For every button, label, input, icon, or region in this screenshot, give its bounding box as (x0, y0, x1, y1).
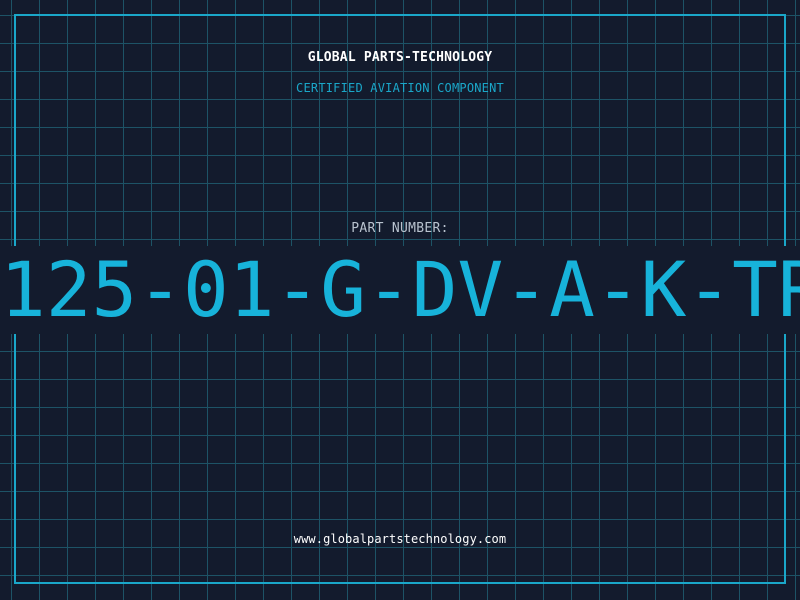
company-name: GLOBAL PARTS-TECHNOLOGY (307, 50, 493, 65)
part-number-band: 125-01-G-DV-A-K-TR (0, 246, 800, 334)
website-url[interactable]: www.globalpartstechnology.com (0, 532, 800, 546)
certification-tagline: CERTIFIED AVIATION COMPONENT (296, 81, 504, 95)
part-number-value: 125-01-G-DV-A-K-TR (0, 246, 800, 334)
part-number-label: PART NUMBER: (351, 221, 449, 236)
